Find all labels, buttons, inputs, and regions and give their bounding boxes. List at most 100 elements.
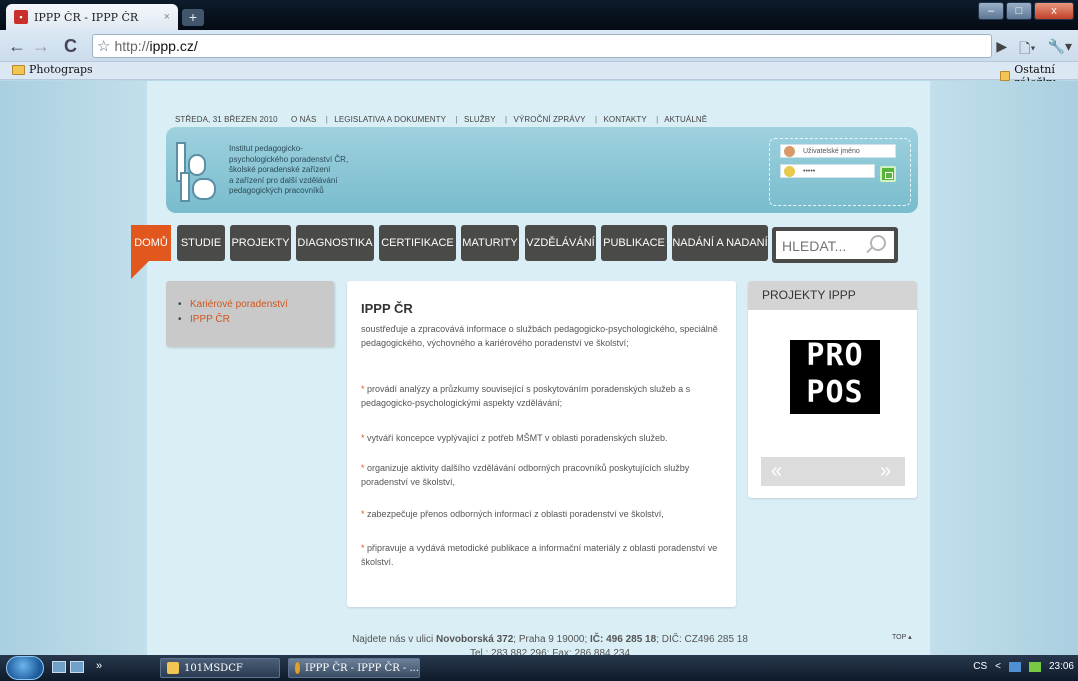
- bookmark-star-icon[interactable]: ☆: [97, 37, 110, 55]
- footer-text: Najdete nás v ulici: [352, 634, 437, 645]
- forward-arrow-icon[interactable]: →: [32, 36, 50, 56]
- back-to-top-link[interactable]: TOP ▴: [892, 633, 912, 641]
- institute-line: pedagogických pracovníků: [229, 186, 324, 195]
- institute-line: psychologického poradenství ČR,: [229, 154, 349, 164]
- start-button[interactable]: [6, 656, 44, 680]
- content-item: * organizuje aktivity dalšího vzdělávání…: [361, 462, 721, 489]
- leftnav-item-career[interactable]: Kariérové poradenství: [178, 299, 288, 310]
- menu-projects[interactable]: PROJEKTY: [230, 225, 291, 261]
- projects-title: PROJEKTY IPPP: [762, 288, 856, 302]
- tab-title: IPPP ČR - IPPP ČR: [34, 10, 139, 24]
- wrench-icon[interactable]: 🔧▾: [1048, 38, 1072, 62]
- separator: |: [325, 115, 328, 124]
- toolbar-actions: ▶ 🗋▾ 🔧▾: [996, 38, 1072, 62]
- reload-icon[interactable]: C: [64, 36, 77, 56]
- search-icon[interactable]: [870, 235, 886, 251]
- top-link-legislation[interactable]: LEGISLATIVA A DOKUMENTY: [334, 115, 446, 124]
- tab-close-icon[interactable]: ×: [164, 11, 170, 23]
- new-tab-button[interactable]: +: [182, 9, 204, 26]
- top-link-contacts[interactable]: KONTAKTY: [603, 115, 646, 124]
- menu-diagnostics[interactable]: DIAGNOSTIKA: [296, 225, 374, 261]
- windows-taskbar: » 101MSDCF IPPP ČR - IPPP ČR - ... CS < …: [0, 655, 1078, 681]
- menu-education[interactable]: VZDĚLÁVÁNÍ: [525, 225, 596, 261]
- close-window-button[interactable]: x: [1034, 2, 1074, 20]
- site-favicon-icon: ▪: [14, 10, 28, 24]
- menu-maturity[interactable]: MATURITY: [461, 225, 519, 261]
- tray-expand-icon[interactable]: <: [995, 661, 1001, 672]
- content-item: * provádí analýzy a průzkumy související…: [361, 383, 721, 410]
- url-host: ippp.cz/: [149, 38, 198, 54]
- separator: |: [505, 115, 508, 124]
- network-icon[interactable]: [1008, 661, 1021, 672]
- top-link-services[interactable]: SLUŽBY: [464, 115, 496, 124]
- username-placeholder: Uživatelské jméno: [803, 147, 860, 155]
- menu-certification[interactable]: CERTIFIKACE: [379, 225, 456, 261]
- task-folder[interactable]: 101MSDCF: [160, 658, 280, 678]
- minimize-button[interactable]: –: [978, 2, 1004, 20]
- bookmark-label: Photograps: [29, 63, 93, 76]
- browser-titlebar: ▪ IPPP ČR - IPPP ČR × + – □ x: [0, 0, 1078, 30]
- page-menu-icon[interactable]: 🗋▾: [1019, 38, 1035, 62]
- leftnav-item-ippp[interactable]: IPPP ČR: [178, 314, 230, 325]
- browser-icon: [295, 662, 300, 674]
- institute-line: školské poradenské zařízení: [229, 165, 331, 174]
- folder-icon: [12, 64, 25, 75]
- browser-tab[interactable]: ▪ IPPP ČR - IPPP ČR ×: [6, 4, 178, 30]
- content-item-text: provádí analýzy a průzkumy související s…: [361, 384, 691, 408]
- login-lock-button[interactable]: [880, 166, 896, 182]
- go-arrow-icon[interactable]: ▶: [996, 38, 1007, 62]
- top-links-bar: STŘEDA, 31 BŘEZEN 2010 O NÁS | LEGISLATI…: [175, 115, 710, 124]
- security-icon[interactable]: [1028, 661, 1041, 672]
- footer-street: Novoborská 372: [436, 634, 514, 645]
- footer-address-line: Najdete nás v ulici Novoborská 372; Prah…: [340, 633, 760, 647]
- quick-launch-overflow[interactable]: »: [96, 660, 102, 672]
- separator: |: [656, 115, 659, 124]
- menu-talent[interactable]: NADÁNÍ A NADANÍ: [672, 225, 768, 261]
- content-item: * vytváří koncepce vyplývající z potřeb …: [361, 432, 721, 446]
- maximize-button[interactable]: □: [1006, 2, 1032, 20]
- current-date: STŘEDA, 31 BŘEZEN 2010: [175, 115, 278, 124]
- asterisk-bullet: *: [361, 543, 365, 553]
- footer-ic: IČ: 496 285 18: [590, 634, 657, 645]
- content-item: * připravuje a vydává metodické publikac…: [361, 542, 721, 569]
- separator: |: [594, 115, 598, 124]
- user-icon: [784, 146, 795, 157]
- password-value: •••••: [803, 167, 816, 175]
- content-item-text: zabezpečuje přenos odborných informací z…: [367, 509, 664, 519]
- carousel-next-button[interactable]: »: [880, 458, 891, 484]
- top-link-news[interactable]: AKTUÁLNĚ: [664, 115, 707, 124]
- asterisk-bullet: *: [361, 384, 365, 394]
- back-arrow-icon[interactable]: ←: [8, 36, 26, 56]
- asterisk-bullet: *: [361, 509, 365, 519]
- menu-publications[interactable]: PUBLIKACE: [601, 225, 667, 261]
- username-field[interactable]: Uživatelské jméno: [780, 144, 896, 158]
- folder-icon: [167, 662, 179, 674]
- top-link-about[interactable]: O NÁS: [291, 115, 316, 124]
- site-search: [772, 227, 898, 263]
- password-field[interactable]: •••••: [780, 164, 875, 178]
- right-gutter: [930, 81, 1078, 655]
- language-indicator[interactable]: CS: [973, 661, 987, 672]
- ippp-logo[interactable]: [172, 142, 224, 204]
- carousel-prev-button[interactable]: «: [771, 458, 782, 484]
- content-title: IPPP ČR: [361, 301, 413, 316]
- menu-studies[interactable]: STUDIE: [177, 225, 225, 261]
- footer-text: ; DIČ: CZ496 285 18: [656, 634, 748, 645]
- institute-name: Institut pedagogicko- psychologického po…: [229, 144, 348, 197]
- clock[interactable]: 23:06: [1049, 661, 1074, 672]
- address-bar[interactable]: ☆ http:// ippp.cz/: [92, 34, 992, 58]
- active-menu-flag: [131, 261, 149, 279]
- menu-home[interactable]: DOMŮ: [131, 225, 171, 261]
- task-browser[interactable]: IPPP ČR - IPPP ČR - ...: [288, 658, 420, 678]
- search-input[interactable]: [782, 238, 862, 254]
- task-label: 101MSDCF: [184, 662, 243, 674]
- folder-icon: [1000, 71, 1011, 81]
- browser-toolbar: ← → C ☆ http:// ippp.cz/ ▶ 🗋▾ 🔧▾: [0, 30, 1078, 62]
- show-desktop-icon[interactable]: [52, 661, 66, 673]
- top-link-annual-reports[interactable]: VÝROČNÍ ZPRÁVY: [514, 115, 586, 124]
- separator: |: [455, 115, 458, 124]
- quick-launch-icon[interactable]: [70, 661, 84, 673]
- window-controls: – □ x: [978, 2, 1074, 20]
- bookmark-folder-photograps[interactable]: Photograps: [12, 63, 93, 76]
- propos-logo-line: POS: [806, 375, 864, 410]
